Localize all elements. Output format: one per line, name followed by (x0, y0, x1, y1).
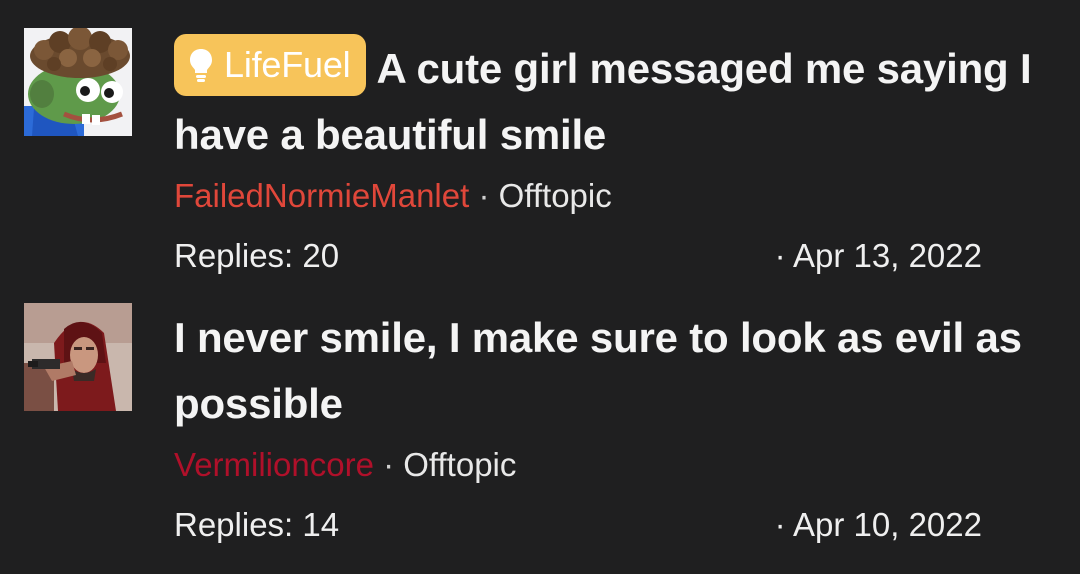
thread-body: I never smile, I make sure to look as ev… (174, 305, 1056, 547)
prefix-label: LifeFuel (224, 44, 351, 85)
thread-meta: FailedNormieManlet · Offtopic (174, 174, 1056, 218)
pepe-frog-avatar-icon (24, 28, 132, 136)
thread-meta: Vermilioncore · Offtopic (174, 443, 1056, 487)
thread-title[interactable]: LifeFuel A cute girl messaged me saying I… (174, 34, 1056, 168)
author-link[interactable]: Vermilioncore (174, 446, 374, 483)
thread-prefix-badge[interactable]: LifeFuel (174, 34, 367, 96)
thread-item[interactable]: I never smile, I make sure to look as ev… (0, 285, 1080, 574)
thread-date[interactable]: · Apr 13, 2022 (775, 234, 982, 278)
author-link[interactable]: FailedNormieManlet (174, 177, 469, 214)
hooded-man-avatar-icon (24, 303, 132, 411)
thread-body: LifeFuel A cute girl messaged me saying I… (174, 34, 1056, 278)
thread-title-text[interactable]: I never smile, I make sure to look as ev… (174, 314, 1022, 427)
meta-separator: · (383, 446, 395, 483)
thread-item[interactable]: LifeFuel A cute girl messaged me saying I… (0, 0, 1080, 285)
forum-link[interactable]: Offtopic (403, 446, 516, 483)
thread-title[interactable]: I never smile, I make sure to look as ev… (174, 305, 1056, 437)
thread-stats: Replies: 14 · Apr 10, 2022 (174, 503, 1056, 547)
reply-count: Replies: 14 (174, 506, 340, 543)
thread-list: LifeFuel A cute girl messaged me saying I… (0, 0, 1080, 574)
lightbulb-icon (188, 40, 214, 102)
meta-separator: · (478, 177, 490, 214)
avatar[interactable] (24, 303, 132, 411)
thread-date[interactable]: · Apr 10, 2022 (775, 503, 982, 547)
avatar[interactable] (24, 28, 132, 136)
forum-link[interactable]: Offtopic (499, 177, 612, 214)
thread-stats: Replies: 20 · Apr 13, 2022 (174, 234, 1056, 278)
reply-count: Replies: 20 (174, 237, 340, 274)
